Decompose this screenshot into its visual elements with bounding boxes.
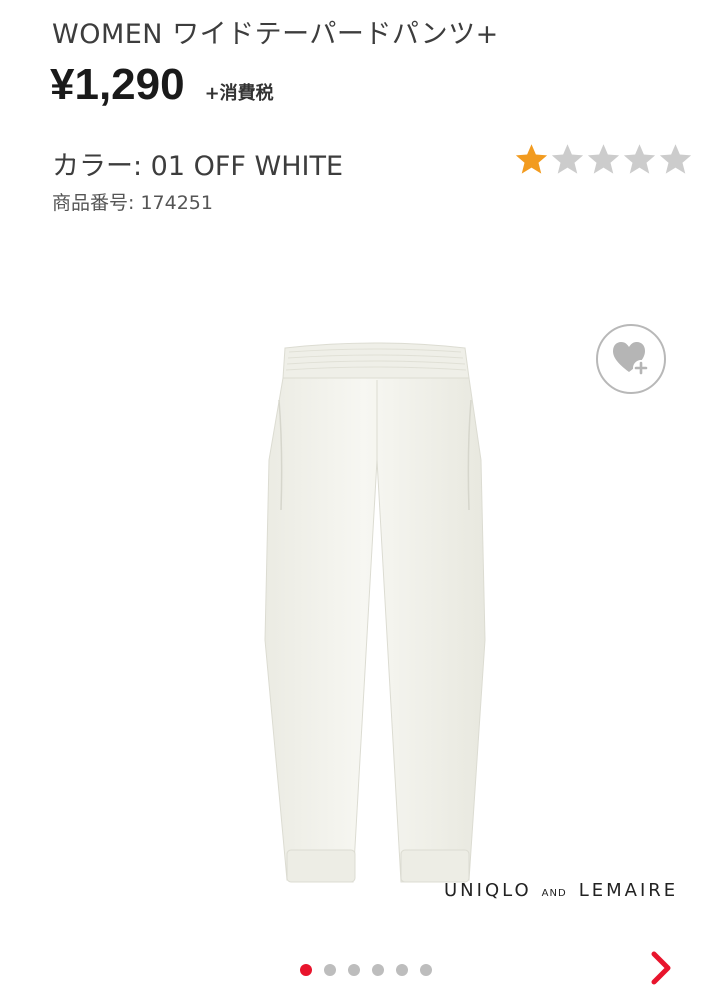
carousel-dot[interactable] (396, 964, 408, 976)
star-empty-icon (587, 144, 620, 174)
brand-logo: UNIQLO AND LEMAIRE (444, 880, 678, 901)
star-empty-icon (551, 144, 584, 174)
star-empty-icon (623, 144, 656, 174)
price-row: ¥1,290 +消費税 (50, 60, 274, 110)
product-image (264, 342, 486, 883)
carousel-dot[interactable] (348, 964, 360, 976)
star-empty-icon (659, 144, 692, 174)
carousel-dot[interactable] (324, 964, 336, 976)
carousel-dot[interactable] (420, 964, 432, 976)
star-rating[interactable] (514, 142, 693, 177)
carousel-indicators (300, 964, 432, 976)
favorite-button[interactable] (596, 324, 666, 394)
carousel-dot[interactable] (372, 964, 384, 976)
brand-uniqlo: UNIQLO (444, 880, 532, 901)
brand-and: AND (541, 888, 567, 899)
color-label: カラー: 01 OFF WHITE (52, 151, 344, 182)
product-price: ¥1,290 (50, 60, 185, 109)
product-title: WOMEN ワイドテーパードパンツ+ (52, 19, 499, 50)
product-number: 商品番号: 174251 (52, 192, 213, 214)
carousel-dot[interactable] (300, 964, 312, 976)
brand-lemaire: LEMAIRE (578, 880, 679, 901)
tax-label: +消費税 (204, 83, 274, 104)
star-filled-icon (515, 144, 548, 174)
heart-plus-icon (613, 342, 649, 376)
chevron-right-icon[interactable] (646, 950, 676, 986)
